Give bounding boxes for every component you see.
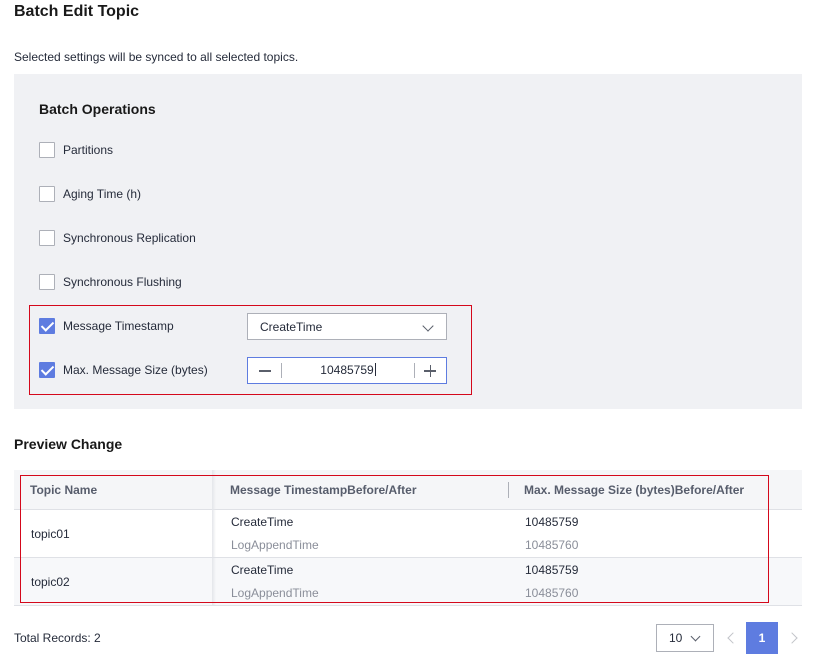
message-timestamp-option[interactable]: Message Timestamp xyxy=(39,316,174,336)
message-timestamp-select[interactable]: CreateTime xyxy=(247,313,447,340)
page-title: Batch Edit Topic xyxy=(14,3,140,20)
partitions-option[interactable]: Partitions xyxy=(39,140,113,160)
batch-operations-title: Batch Operations xyxy=(39,101,156,117)
message-timestamp-select-value: CreateTime xyxy=(260,319,323,334)
chevron-right-icon[interactable] xyxy=(786,624,802,652)
sync-replication-option[interactable]: Synchronous Replication xyxy=(39,228,196,248)
current-page-button[interactable]: 1 xyxy=(746,622,778,654)
batch-operations-panel: Batch Operations Partitions Aging Time (… xyxy=(14,74,802,409)
sync-flushing-label: Synchronous Flushing xyxy=(63,275,182,289)
page-size-select[interactable]: 10 xyxy=(656,624,714,652)
sync-flushing-option[interactable]: Synchronous Flushing xyxy=(39,272,182,292)
message-timestamp-checkbox[interactable] xyxy=(39,318,55,334)
max-message-size-checkbox[interactable] xyxy=(39,362,55,378)
message-timestamp-label: Message Timestamp xyxy=(63,319,174,333)
preview-changes-highlight xyxy=(20,475,769,603)
plus-icon[interactable] xyxy=(415,358,446,383)
sync-replication-label: Synchronous Replication xyxy=(63,231,196,245)
chevron-down-icon xyxy=(422,320,434,332)
max-message-size-option[interactable]: Max. Message Size (bytes) xyxy=(39,360,208,380)
total-records: Total Records: 2 xyxy=(14,631,101,645)
partitions-label: Partitions xyxy=(63,143,114,157)
aging-time-option[interactable]: Aging Time (h) xyxy=(39,184,141,204)
preview-change-title: Preview Change xyxy=(14,436,123,452)
max-message-size-input[interactable]: 10485759 xyxy=(282,358,414,383)
minus-icon[interactable] xyxy=(248,358,281,383)
page-subtitle: Selected settings will be synced to all … xyxy=(14,50,299,64)
aging-time-checkbox[interactable] xyxy=(39,186,55,202)
chevron-left-icon[interactable] xyxy=(723,624,739,652)
max-message-size-stepper[interactable]: 10485759 xyxy=(247,357,447,384)
sync-flushing-checkbox[interactable] xyxy=(39,274,55,290)
aging-time-label: Aging Time (h) xyxy=(63,187,142,201)
text-caret xyxy=(374,363,376,376)
sync-replication-checkbox[interactable] xyxy=(39,230,55,246)
chevron-down-icon xyxy=(690,631,701,642)
page-size-value: 10 xyxy=(669,631,683,645)
max-message-size-value: 10485759 xyxy=(320,363,374,377)
partitions-checkbox[interactable] xyxy=(39,142,55,158)
max-message-size-label: Max. Message Size (bytes) xyxy=(63,363,208,377)
